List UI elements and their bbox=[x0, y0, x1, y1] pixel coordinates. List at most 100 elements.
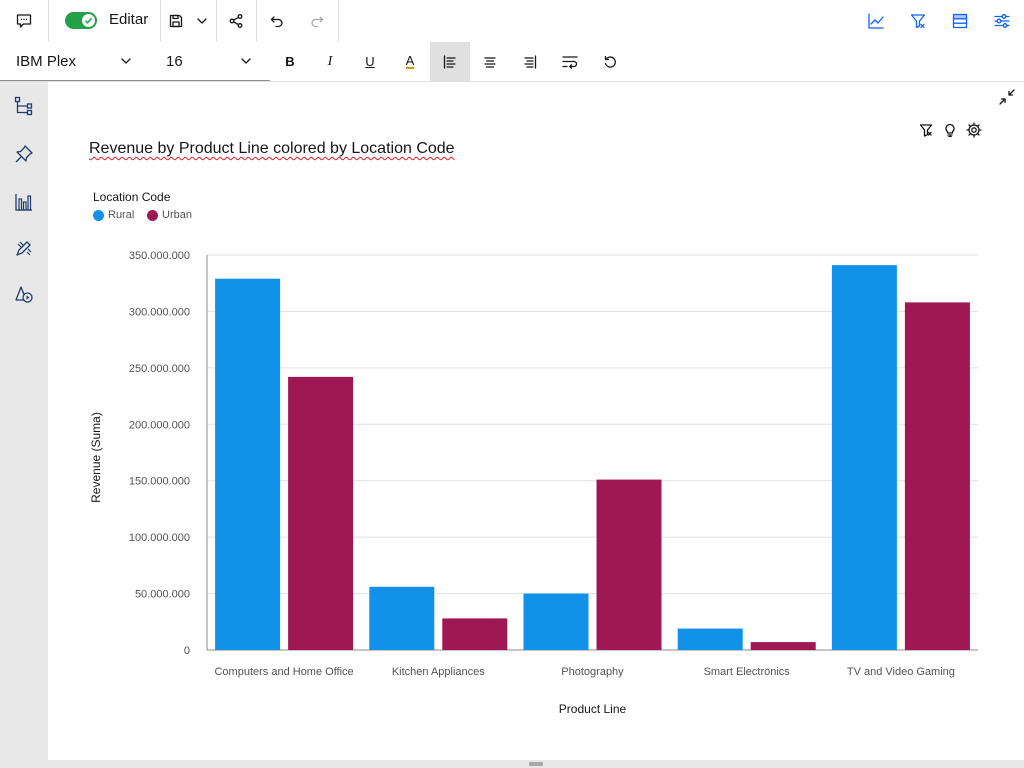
legend-item-rural[interactable]: Rural bbox=[93, 209, 134, 221]
toolbar-divider bbox=[256, 0, 257, 42]
comment-button[interactable] bbox=[4, 0, 44, 42]
bar-rural-4 bbox=[831, 265, 897, 650]
y-tick-label: 150.000.000 bbox=[129, 476, 190, 488]
chart-title[interactable]: Revenue by Product Line colored by Locat… bbox=[89, 140, 455, 158]
x-tick-label: Kitchen Appliances bbox=[392, 666, 485, 678]
chevron-down-icon bbox=[121, 58, 131, 64]
toggle-knob bbox=[82, 14, 95, 27]
chart-insights-button[interactable] bbox=[940, 120, 960, 140]
font-family-select[interactable]: IBM Plex bbox=[16, 42, 136, 80]
undo-button[interactable] bbox=[258, 0, 296, 42]
x-tick-label: Computers and Home Office bbox=[214, 666, 353, 678]
gear-icon bbox=[966, 122, 982, 138]
undo-icon bbox=[270, 16, 283, 28]
save-button[interactable] bbox=[164, 0, 188, 42]
hierarchy-icon bbox=[14, 96, 33, 116]
align-center-button[interactable] bbox=[470, 42, 510, 81]
chevron-down-icon bbox=[241, 58, 251, 64]
y-tick-label: 0 bbox=[184, 645, 190, 657]
navigation-button[interactable] bbox=[0, 86, 48, 126]
media-button[interactable] bbox=[0, 274, 48, 314]
properties-button[interactable] bbox=[986, 0, 1018, 42]
bar-rural-0 bbox=[215, 278, 281, 650]
edit-toggle[interactable] bbox=[65, 12, 97, 29]
y-tick-label: 350.000.000 bbox=[129, 250, 190, 262]
pin-icon bbox=[15, 145, 33, 163]
legend-title: Location Code bbox=[93, 190, 171, 204]
underline-button[interactable]: U bbox=[350, 42, 390, 81]
filter-icon bbox=[910, 14, 926, 29]
minimize-icon bbox=[999, 89, 1015, 105]
share-button[interactable] bbox=[218, 0, 254, 42]
bold-button[interactable]: B bbox=[270, 42, 310, 81]
align-right-icon bbox=[524, 54, 537, 69]
y-tick-label: 100.000.000 bbox=[129, 532, 190, 544]
comment-icon bbox=[16, 14, 32, 28]
chart-settings-button[interactable] bbox=[964, 120, 984, 140]
redo-button[interactable] bbox=[298, 0, 336, 42]
left-rail bbox=[0, 82, 48, 768]
widgets-button[interactable] bbox=[0, 228, 48, 268]
align-center-icon bbox=[484, 56, 496, 68]
pin-button[interactable] bbox=[0, 134, 48, 174]
filter-icon bbox=[919, 124, 933, 137]
resize-handle[interactable] bbox=[529, 762, 543, 766]
filters-button[interactable] bbox=[902, 0, 934, 42]
edit-label: Editar bbox=[109, 11, 149, 28]
x-tick-label: TV and Video Gaming bbox=[847, 666, 955, 678]
font-color-icon: A bbox=[405, 52, 415, 69]
toolbar-divider bbox=[48, 0, 49, 42]
collapse-button[interactable] bbox=[996, 86, 1018, 108]
bar-chart-icon bbox=[15, 194, 32, 211]
x-tick-label: Photography bbox=[561, 666, 624, 678]
legend-swatch bbox=[147, 209, 158, 221]
underline-icon: U bbox=[365, 54, 375, 69]
italic-button[interactable]: I bbox=[310, 42, 350, 81]
y-axis-title: Revenue (Suma) bbox=[89, 412, 103, 503]
y-tick-label: 250.000.000 bbox=[129, 363, 190, 375]
y-tick-label: 200.000.000 bbox=[129, 419, 190, 431]
bar-rural-1 bbox=[369, 586, 435, 650]
y-tick-label: 50.000.000 bbox=[135, 589, 190, 601]
chart-filter-button[interactable] bbox=[916, 120, 936, 140]
toolbar-divider bbox=[160, 0, 161, 42]
align-left-button[interactable] bbox=[430, 42, 470, 81]
bar-urban-3 bbox=[750, 642, 816, 650]
bar-rural-3 bbox=[677, 628, 743, 650]
x-axis-title: Product Line bbox=[559, 702, 627, 716]
toolbar-divider bbox=[216, 0, 217, 42]
legend-label: Urban bbox=[162, 209, 192, 221]
bar-rural-2 bbox=[523, 593, 589, 650]
bar-urban-1 bbox=[442, 618, 508, 650]
bold-icon: B bbox=[285, 54, 295, 69]
checkmark-icon bbox=[84, 17, 93, 24]
save-menu-button[interactable] bbox=[192, 0, 212, 42]
data-table-icon bbox=[952, 13, 968, 29]
font-color-button[interactable]: A bbox=[390, 42, 430, 81]
chevron-down-icon bbox=[197, 18, 207, 24]
bar-urban-2 bbox=[596, 479, 662, 650]
x-tick-label: Smart Electronics bbox=[704, 666, 791, 678]
reset-format-button[interactable] bbox=[590, 42, 630, 81]
align-right-button[interactable] bbox=[510, 42, 550, 81]
align-left-icon bbox=[443, 54, 456, 69]
format-toolbar: IBM Plex 16 B I U A bbox=[0, 42, 1024, 82]
wrap-text-button[interactable] bbox=[550, 42, 590, 81]
font-size-value: 16 bbox=[166, 52, 183, 70]
insights-button[interactable] bbox=[860, 0, 892, 42]
line-chart-icon bbox=[868, 13, 884, 29]
bar-chart: 0 50.000.000 100.000.000 150.000.000 200.000… bbox=[89, 250, 978, 716]
legend-label: Rural bbox=[108, 209, 135, 221]
legend-swatch bbox=[93, 209, 104, 221]
visualizations-button[interactable] bbox=[0, 182, 48, 222]
bar-urban-0 bbox=[288, 376, 354, 650]
legend-item-urban[interactable]: Urban bbox=[147, 209, 192, 221]
font-family-value: IBM Plex bbox=[16, 52, 77, 70]
tools-icon bbox=[16, 241, 32, 256]
font-size-select[interactable]: 16 bbox=[166, 42, 256, 80]
shapes-media-icon bbox=[15, 286, 33, 303]
fields-button[interactable] bbox=[944, 0, 976, 42]
toolbar-divider bbox=[338, 0, 339, 42]
lightbulb-icon bbox=[945, 123, 955, 137]
redo-icon bbox=[311, 16, 324, 28]
